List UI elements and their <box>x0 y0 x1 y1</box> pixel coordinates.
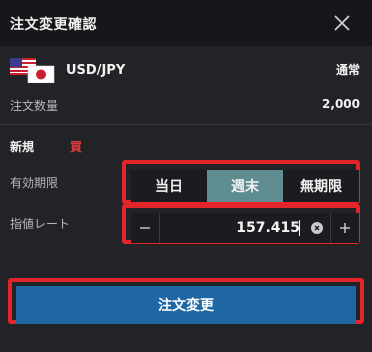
validity-option-weekend[interactable]: 週末 <box>207 170 283 202</box>
submit-highlight: 注文変更 <box>8 278 364 324</box>
dialog-header: 注文変更確認 <box>0 0 372 46</box>
order-type-label: 通常 <box>335 63 360 77</box>
validity-selector: 当日 週末 無期限 <box>131 170 359 202</box>
minus-icon[interactable] <box>131 213 160 243</box>
close-icon[interactable] <box>329 10 355 36</box>
plus-icon[interactable] <box>330 213 359 243</box>
validity-option-unlimited[interactable]: 無期限 <box>283 170 359 202</box>
limit-rate-label: 指値レート <box>10 217 71 231</box>
validity-label: 有効期限 <box>10 176 59 190</box>
validity-option-today[interactable]: 当日 <box>131 170 207 202</box>
currency-pair-label: USD/JPY <box>66 63 126 78</box>
text-caret <box>299 220 300 236</box>
currency-flags <box>8 57 56 84</box>
limit-rate-input[interactable] <box>160 213 300 243</box>
validity-selector-highlight: 当日 週末 無期限 <box>122 160 360 204</box>
section-divider <box>0 124 372 125</box>
quantity-value: 2,000 <box>322 97 360 111</box>
limit-rate-highlight <box>122 204 360 244</box>
quantity-label: 注文数量 <box>10 99 59 113</box>
modify-order-button[interactable]: 注文変更 <box>16 286 356 324</box>
new-order-label: 新規 <box>10 140 35 154</box>
currency-pair-row: USD/JPY 通常 <box>0 56 372 86</box>
limit-rate-stepper <box>131 213 359 243</box>
buy-side-label: 買 <box>70 140 83 154</box>
japan-flag-icon <box>27 65 55 84</box>
dialog-title: 注文変更確認 <box>10 17 97 33</box>
clear-icon[interactable] <box>311 222 323 234</box>
